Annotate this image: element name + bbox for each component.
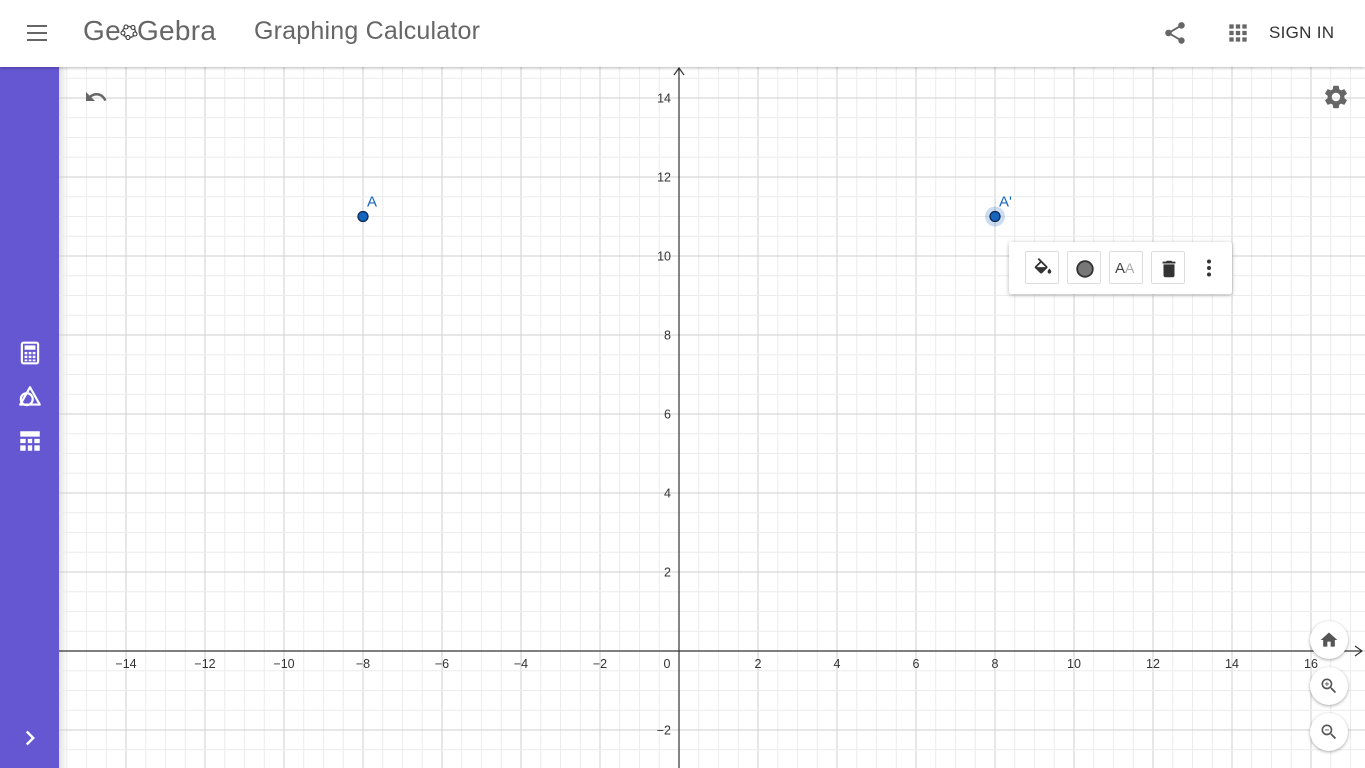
- more-vert-icon[interactable]: [1197, 256, 1221, 280]
- point-marker: [989, 210, 1001, 223]
- x-tick-label: 12: [1146, 657, 1160, 671]
- app-title: Graphing Calculator: [254, 17, 481, 45]
- x-tick-label: −6: [435, 657, 449, 671]
- fill-color-icon[interactable]: [1025, 251, 1059, 284]
- x-tick-label: 14: [1225, 657, 1239, 671]
- tools-icon[interactable]: [17, 384, 43, 410]
- chevron-right-icon[interactable]: [17, 725, 43, 751]
- zoom-out-icon[interactable]: [1310, 713, 1348, 751]
- point-label: A: [367, 194, 377, 211]
- share-icon[interactable]: [1162, 20, 1188, 46]
- x-tick-label: 8: [992, 657, 999, 671]
- text-size-label-small: A: [1125, 260, 1135, 276]
- y-tick-label: 4: [664, 487, 671, 501]
- logo-o-icon: [120, 15, 138, 43]
- undo-icon[interactable]: [82, 85, 110, 109]
- app-header: Ge Gebra Graphing Calculator SIGN IN: [0, 0, 1365, 67]
- x-tick-label: 10: [1067, 657, 1081, 671]
- table-view-icon[interactable]: [17, 428, 43, 454]
- x-tick-label: −2: [593, 657, 607, 671]
- style-bar: AA: [1009, 242, 1232, 294]
- text-size-icon[interactable]: AA: [1109, 251, 1143, 284]
- zoom-in-icon[interactable]: [1310, 667, 1348, 705]
- delete-icon[interactable]: [1151, 251, 1185, 284]
- y-tick-label: 6: [664, 408, 671, 422]
- geogebra-logo: Ge Gebra: [83, 15, 216, 47]
- x-tick-label: −4: [514, 657, 528, 671]
- logo-text-pre: Ge: [83, 15, 121, 46]
- y-tick-label: 14: [657, 92, 671, 106]
- coordinate-grid[interactable]: −14 −12 −10 −8 −6 −4 −2 0 2 4 6 8 10 12 14 16 14 12 10 8 6 4 2…: [59, 67, 1365, 768]
- logo-text-post: Gebra: [136, 15, 217, 46]
- y-tick-label: 8: [664, 329, 671, 343]
- text-size-label-big: A: [1115, 260, 1126, 277]
- sign-in-button[interactable]: SIGN IN: [1269, 23, 1334, 43]
- y-tick-label: 10: [657, 250, 671, 264]
- x-tick-label: −8: [356, 657, 370, 671]
- algebra-calculator-icon[interactable]: [17, 340, 43, 366]
- y-tick-label: 12: [657, 171, 671, 185]
- x-tick-label: −10: [273, 657, 294, 671]
- apps-grid-icon[interactable]: [1225, 20, 1251, 46]
- settings-icon[interactable]: [1322, 83, 1350, 111]
- home-icon[interactable]: [1310, 621, 1348, 659]
- sidebar: [0, 67, 59, 768]
- graphics-view[interactable]: −14 −12 −10 −8 −6 −4 −2 0 2 4 6 8 10 12 14 16 14 12 10 8 6 4 2…: [59, 67, 1365, 768]
- x-tick-label: 2: [755, 657, 762, 671]
- menu-icon[interactable]: [22, 20, 52, 46]
- x-tick-label: −12: [194, 657, 215, 671]
- y-tick-label: 2: [664, 566, 671, 580]
- y-tick-label: −2: [657, 724, 671, 738]
- point-marker: [357, 210, 369, 223]
- x-tick-label: 16: [1304, 657, 1318, 671]
- point-label: A': [999, 194, 1012, 211]
- point-style-icon[interactable]: [1067, 251, 1101, 284]
- x-tick-label: 6: [913, 657, 920, 671]
- x-tick-label: 0: [664, 657, 671, 671]
- x-tick-label: −14: [115, 657, 136, 671]
- x-tick-label: 4: [834, 657, 841, 671]
